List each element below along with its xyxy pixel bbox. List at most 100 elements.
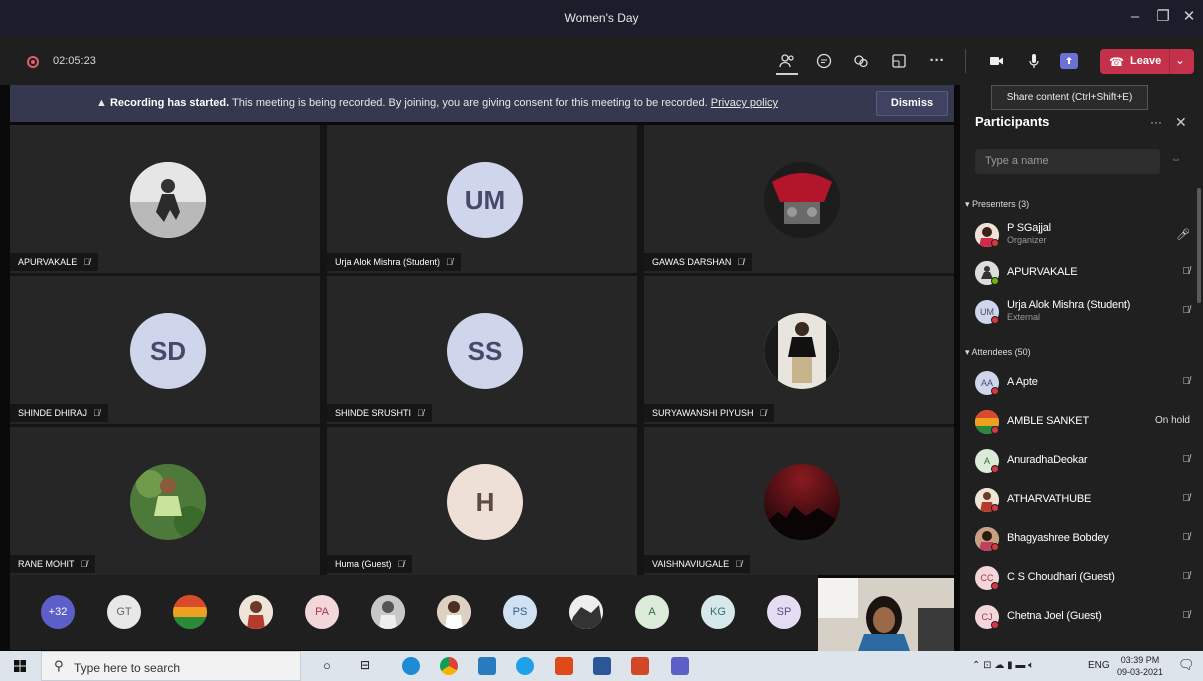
close-icon[interactable]: ✕ [1175,114,1187,131]
mic-off-icon[interactable]: 🎙̸ [1183,493,1191,504]
strip-avatar[interactable]: GT [107,595,141,629]
active-tab-indicator [776,73,798,75]
microphone-icon[interactable] [1022,50,1046,72]
more-options-icon[interactable]: ··· [925,50,949,72]
video-tile[interactable]: SURYAWANSHI PIYUSH 🎙̸ [644,276,954,424]
strip-avatar[interactable] [239,595,273,629]
app-icon[interactable] [516,657,534,675]
strip-avatar[interactable] [173,595,207,629]
video-tile[interactable]: RANE MOHIT 🎙̸ [10,427,320,575]
participant-row[interactable]: ATHARVATHUBE 🎙̸ [975,485,1190,513]
cortana-icon[interactable]: ○ [323,658,341,676]
breakout-rooms-icon[interactable] [887,50,911,72]
video-tile[interactable]: H Huma (Guest) 🎙̸ [327,427,637,575]
participant-role: Organizer [1007,235,1047,245]
hang-up-icon: ☎ [1109,55,1124,69]
link-icon[interactable]: ⇔ [1171,154,1181,165]
participant-name: RANE MOHIT 🎙̸ [10,555,96,573]
chat-icon[interactable] [812,50,836,72]
dismiss-button[interactable]: Dismiss [876,91,948,116]
participants-icon[interactable] [775,50,799,72]
avatar [764,464,840,540]
edge-icon[interactable] [402,657,420,675]
participant-row[interactable]: CJ Chetna Joel (Guest) 🎙̸ [975,602,1190,630]
participant-name: ATHARVATHUBE [1007,493,1092,505]
chrome-icon[interactable] [440,657,458,675]
office-icon[interactable] [555,657,573,675]
presenters-section[interactable]: ▾ Presenters (3) [965,199,1029,210]
powerpoint-icon[interactable] [631,657,649,675]
avatar [764,313,840,389]
participant-row[interactable]: CC C S Choudhari (Guest) 🎙̸ [975,563,1190,591]
video-tile[interactable]: VAISHNAVIUGALE 🎙̸ [644,427,954,575]
attendees-section[interactable]: ▾ Attendees (50) [965,347,1031,358]
strip-avatar[interactable] [371,595,405,629]
mic-off-icon[interactable]: 🎙̸ [1183,376,1191,387]
participant-name: SHINDE DHIRAJ 🎙̸ [10,404,108,422]
participant-name: Chetna Joel (Guest) [1007,610,1102,622]
more-options-icon[interactable]: ··· [1150,115,1162,129]
mic-off-icon[interactable]: 🎙̸ [1183,532,1191,543]
strip-avatar[interactable]: SP [767,595,801,629]
participant-row[interactable]: A AnuradhaDeokar 🎙̸ [975,446,1190,474]
mic-off-icon[interactable]: 🎙̸ [1183,266,1191,277]
strip-avatar[interactable]: A [635,595,669,629]
collapse-icon: ▾ [965,347,970,357]
participant-name: SHINDE SRUSHTI 🎙̸ [327,404,432,422]
participant-row[interactable]: APURVAKALE 🎙̸ [975,258,1190,286]
more-participants-badge[interactable]: +32 [41,595,75,629]
video-tile[interactable]: UM Urja Alok Mishra (Student) 🎙̸ [327,125,637,273]
status-badge [991,465,999,473]
strip-avatar[interactable] [437,595,471,629]
participant-row[interactable]: Bhagyashree Bobdey 🎙̸ [975,524,1190,552]
mic-off-icon[interactable]: 🎙̸ [1183,610,1191,621]
reactions-icon[interactable] [849,50,873,72]
notifications-icon[interactable]: 🗨︎ [1178,657,1195,673]
language-indicator[interactable]: ENG [1088,660,1110,671]
panel-scrollbar[interactable] [1197,188,1201,303]
tray-icons[interactable]: ⌃ ⊡ ☁ ▮ ▬ 🔈︎ [972,660,1034,671]
strip-avatar[interactable]: PA [305,595,339,629]
mic-off-icon: 🎙̸ [83,257,90,267]
clock-date: 09-03-2021 [1117,667,1164,677]
self-view-video[interactable] [818,578,954,651]
video-tile[interactable]: SS SHINDE SRUSHTI 🎙̸ [327,276,637,424]
restore-icon[interactable]: ❐ [1152,6,1174,28]
participant-row[interactable]: AMBLE SANKET On hold [975,407,1190,435]
strip-avatar[interactable]: KG [701,595,735,629]
status-badge [991,387,999,395]
window-title-bar: Women's Day – ❐ ✕ [0,0,1203,37]
strip-avatar[interactable] [569,595,603,629]
status-badge [991,543,999,551]
chevron-down-icon[interactable]: ⌄ [1175,53,1185,67]
windows-start-icon[interactable] [14,660,26,672]
close-icon[interactable]: ✕ [1178,6,1200,28]
warning-icon: ▲ [96,97,107,109]
video-tile[interactable]: APURVAKALE 🎙̸ [10,125,320,273]
mic-off-icon[interactable]: 🎙̸ [1183,454,1191,465]
mic-off-icon[interactable]: 🎙̸ [1183,571,1191,582]
teams-icon[interactable] [671,657,689,675]
word-icon[interactable] [593,657,611,675]
leave-button[interactable]: ☎ Leave ⌄ [1100,49,1194,74]
video-tile[interactable]: GAWAS DARSHAN 🎙̸ [644,125,954,273]
mic-off-icon[interactable]: 🎙̸ [1183,305,1191,316]
mail-icon[interactable] [478,657,496,675]
participant-row[interactable]: AA A Apte 🎙̸ [975,368,1190,396]
participant-name: Urja Alok Mishra (Student) [1007,299,1131,311]
clock[interactable]: 03:39 PM 09-03-2021 [1117,654,1163,678]
minimize-icon[interactable]: – [1124,6,1146,28]
privacy-policy-link[interactable]: Privacy policy [711,97,778,109]
mic-icon[interactable]: 🎤︎ [1176,228,1190,241]
window-title: Women's Day [564,11,639,25]
share-tooltip: Share content (Ctrl+Shift+E) [991,85,1148,110]
participant-search-input[interactable]: Type a name [975,149,1160,174]
strip-avatar[interactable]: PS [503,595,537,629]
camera-icon[interactable] [985,50,1009,72]
video-tile[interactable]: SD SHINDE DHIRAJ 🎙̸ [10,276,320,424]
participant-row[interactable]: UM Urja Alok Mishra (Student) External 🎙… [975,297,1190,325]
participant-row[interactable]: P SGajjal Organizer 🎤︎ [975,220,1190,248]
share-content-button[interactable] [1060,53,1078,69]
task-view-icon[interactable]: ⊟ [360,658,378,676]
taskbar-search-input[interactable]: ⚲ Type here to search [41,651,301,681]
